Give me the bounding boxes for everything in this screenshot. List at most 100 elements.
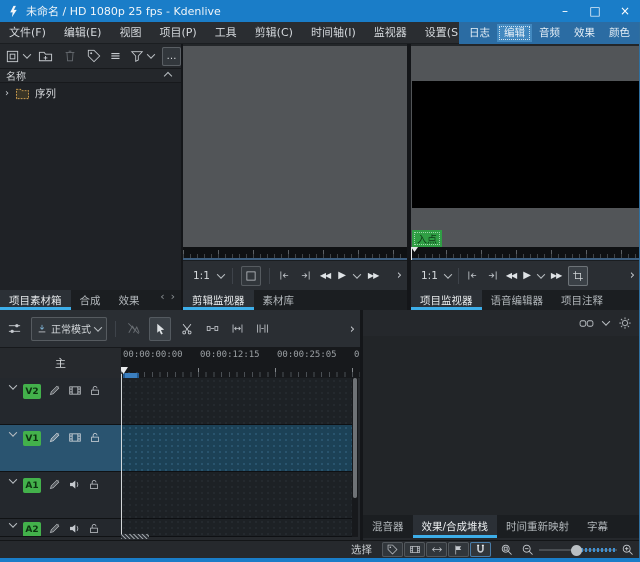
track-lock-icon[interactable]: [88, 478, 100, 491]
track-pencil-icon[interactable]: [48, 478, 61, 491]
play-options-chevron[interactable]: [536, 269, 546, 279]
forward-button[interactable]: ▶▶: [368, 271, 379, 280]
group-link-icon[interactable]: [579, 318, 594, 329]
timeline-toolbar-overflow[interactable]: ›: [350, 310, 355, 348]
gear-icon[interactable]: [618, 316, 632, 330]
snap-toggle[interactable]: [470, 542, 491, 557]
track-lane-v1[interactable]: [121, 425, 352, 472]
filter-button[interactable]: [130, 46, 144, 66]
select-tool-button[interactable]: [149, 316, 171, 341]
effects-options-chevron[interactable]: [601, 317, 611, 326]
play-options-chevron[interactable]: [352, 269, 362, 279]
clip-monitor-ruler[interactable]: [183, 247, 407, 260]
track-lock-icon[interactable]: [89, 431, 101, 444]
clip-monitor-overflow-button[interactable]: ›: [397, 260, 402, 290]
track-lock-icon[interactable]: [88, 522, 100, 535]
play-button[interactable]: ▶: [523, 270, 531, 281]
mix-tool-button[interactable]: [122, 317, 144, 341]
zoom-chevron-icon[interactable]: [216, 269, 226, 279]
track-video-icon[interactable]: [68, 384, 82, 397]
track-video-icon[interactable]: [68, 431, 82, 444]
bin-item-sequence[interactable]: › 序列: [0, 85, 181, 102]
tab-compositions[interactable]: 合成: [71, 290, 110, 310]
track-header-a1[interactable]: A1: [0, 472, 121, 519]
audio-thumbnails-toggle[interactable]: [426, 542, 447, 557]
track-collapse-icon[interactable]: [8, 475, 18, 484]
menu-item-tools[interactable]: 工具: [206, 22, 246, 43]
track-target-badge[interactable]: V1: [23, 431, 41, 446]
timeline-vertical-scrollbar[interactable]: [352, 378, 358, 537]
track-pencil-icon[interactable]: [48, 522, 61, 535]
track-audio-icon[interactable]: [68, 522, 81, 535]
track-pencil-icon[interactable]: [48, 431, 61, 444]
track-target-badge[interactable]: V2: [23, 384, 41, 399]
track-header-v2[interactable]: V2: [0, 378, 121, 425]
track-pencil-icon[interactable]: [48, 384, 61, 397]
titlebar[interactable]: 未命名 / HD 1080p 25 fps - Kdenlive – □ ×: [0, 0, 640, 22]
markers-toggle[interactable]: [448, 542, 469, 557]
add-clip-button[interactable]: [5, 46, 20, 66]
tab-effects[interactable]: 效果: [110, 290, 149, 310]
filter-chevron[interactable]: [146, 46, 156, 66]
tab-project-monitor[interactable]: 项目监视器: [411, 290, 482, 310]
forward-button[interactable]: ▶▶: [551, 271, 562, 280]
track-lock-icon[interactable]: [89, 384, 101, 397]
effects-stack-body[interactable]: [363, 336, 640, 515]
tab-scroll-left-icon[interactable]: ‹: [160, 290, 164, 310]
tab-library[interactable]: 素材库: [254, 290, 304, 310]
tab-project-bin[interactable]: 项目素材箱: [0, 290, 71, 310]
spacer-tool-button[interactable]: [201, 317, 223, 341]
track-collapse-icon[interactable]: [8, 428, 18, 437]
menu-item-view[interactable]: 视图: [110, 22, 150, 43]
menu-item-clip[interactable]: 剪辑(C): [246, 22, 302, 43]
workspace-tab-logging[interactable]: 日志: [462, 24, 497, 42]
track-lane-v2[interactable]: [121, 378, 352, 425]
minimize-button[interactable]: –: [550, 0, 580, 22]
timeline-ruler[interactable]: 00:00:00:00 00:00:12:15 00:00:25:05 00:: [121, 348, 360, 378]
track-collapse-icon[interactable]: [8, 519, 18, 528]
menu-item-edit[interactable]: 编辑(E): [55, 22, 111, 43]
zoom-in-button[interactable]: [621, 543, 635, 557]
razor-tool-button[interactable]: [176, 317, 198, 341]
workspace-tab-color[interactable]: 颜色: [602, 24, 637, 42]
video-thumbnails-toggle[interactable]: [404, 542, 425, 557]
expand-icon[interactable]: ›: [5, 88, 9, 99]
goto-out-icon[interactable]: [299, 269, 312, 282]
project-monitor-overflow-button[interactable]: ›: [630, 260, 635, 290]
track-target-badge[interactable]: A1: [23, 478, 41, 493]
zoom-chevron-icon[interactable]: [443, 269, 453, 279]
play-button[interactable]: ▶: [338, 270, 346, 281]
menu-lines-icon[interactable]: ≡: [110, 46, 121, 66]
tab-project-notes[interactable]: 项目注释: [552, 290, 612, 310]
menu-item-timeline[interactable]: 时间轴(I): [302, 22, 365, 43]
rewind-button[interactable]: ◀◀: [320, 271, 331, 280]
rewind-button[interactable]: ◀◀: [506, 271, 517, 280]
slip-tool-button[interactable]: [251, 317, 273, 341]
track-lane-a1[interactable]: [121, 472, 352, 519]
tab-mixer[interactable]: 混音器: [363, 515, 413, 538]
goto-in-icon[interactable]: [278, 269, 291, 282]
monitor-playhead[interactable]: [411, 247, 412, 260]
bin-name-column-header[interactable]: 名称: [0, 68, 181, 83]
maximize-button[interactable]: □: [580, 0, 610, 22]
track-lane-a2[interactable]: [121, 519, 352, 537]
master-track-button[interactable]: 主: [0, 348, 121, 378]
workspace-tab-editing[interactable]: 编辑: [497, 24, 532, 42]
menu-item-file[interactable]: 文件(F): [0, 22, 55, 43]
tab-clip-monitor[interactable]: 剪辑监视器: [183, 290, 254, 310]
zoom-slider-handle[interactable]: [571, 544, 582, 556]
track-target-badge[interactable]: A2: [23, 522, 41, 536]
bin-item-list[interactable]: › 序列: [0, 83, 181, 290]
goto-in-icon[interactable]: [466, 269, 479, 282]
tab-scroll-right-icon[interactable]: ›: [171, 290, 175, 310]
tag-button[interactable]: [87, 46, 101, 66]
delete-button[interactable]: [63, 46, 77, 66]
more-options-button[interactable]: …: [161, 46, 181, 66]
edit-mode-dropdown[interactable]: 正常模式: [31, 316, 107, 341]
timeline-settings-button[interactable]: [3, 317, 25, 341]
tab-time-remap[interactable]: 时间重新映射: [497, 515, 578, 538]
workspace-tab-effects[interactable]: 效果: [567, 24, 602, 42]
track-header-v1[interactable]: V1: [0, 425, 121, 472]
sort-chevron-icon[interactable]: [163, 71, 173, 80]
zoom-fit-button[interactable]: [500, 543, 514, 557]
